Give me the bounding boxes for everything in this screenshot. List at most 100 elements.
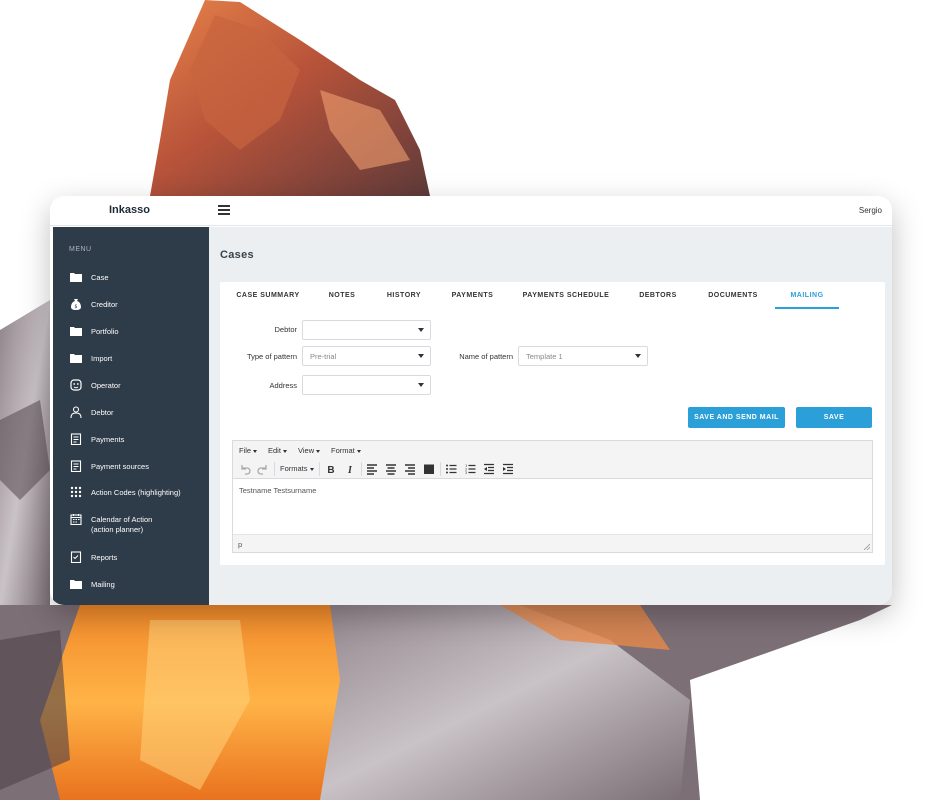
sidebar-item-case[interactable]: Case — [53, 267, 209, 289]
sidebar-item-label: Payment sources — [91, 462, 149, 471]
redo-icon[interactable] — [257, 463, 269, 475]
indent-icon[interactable] — [502, 463, 514, 475]
caret-down-icon — [253, 449, 258, 453]
type-of-pattern-value: Pre-trial — [310, 352, 337, 361]
editor-menu-label: Edit — [268, 446, 281, 455]
sidebar-item-debtor[interactable]: Debtor — [53, 402, 209, 424]
rich-text-editor: File Edit View Format Formats B I 1 2 3 … — [232, 440, 873, 553]
name-of-pattern-value: Template 1 — [526, 352, 563, 361]
sidebar-item-label: Portfolio — [91, 327, 119, 336]
type-of-pattern-select[interactable]: Pre-trial — [302, 346, 431, 366]
editor-menubar: File Edit View Format — [233, 441, 872, 459]
user-name[interactable]: Sergio — [859, 206, 882, 215]
case-card: CASE SUMMARY NOTES HISTORY PAYMENTS PAYM… — [220, 282, 885, 565]
sidebar-item-label: Debtor — [91, 408, 114, 417]
folder-icon — [70, 580, 82, 589]
report-icon — [70, 551, 82, 563]
editor-statusbar: p — [233, 534, 872, 552]
chevron-down-icon — [635, 354, 641, 358]
sidebar-item-label: Action Codes (highlighting) — [91, 488, 181, 497]
caret-down-icon — [356, 449, 361, 453]
bold-icon[interactable]: B — [325, 463, 337, 475]
toolbar-separator — [361, 462, 362, 476]
sidebar-item-import[interactable]: Import — [53, 348, 209, 370]
svg-text:$: $ — [74, 304, 77, 310]
type-of-pattern-label: Type of pattern — [246, 352, 297, 361]
align-right-icon[interactable] — [404, 463, 416, 475]
editor-menu-label: View — [298, 446, 315, 455]
bullet-list-icon[interactable] — [445, 463, 457, 475]
folder-icon — [70, 273, 82, 282]
editor-menu-format[interactable]: Format — [331, 446, 361, 455]
resize-handle-icon[interactable] — [864, 544, 870, 550]
editor-menu-edit[interactable]: Edit — [268, 446, 287, 455]
address-label: Address — [269, 381, 297, 390]
toolbar-separator — [319, 462, 320, 476]
person-icon — [70, 406, 82, 418]
sidebar-item-label: Creditor — [91, 300, 118, 309]
sidebar-item-action-codes[interactable]: Action Codes (highlighting) — [53, 482, 209, 504]
debtor-select[interactable] — [302, 320, 431, 340]
top-bar: Inkasso Sergio — [50, 196, 892, 226]
sidebar-item-payments[interactable]: Payments — [53, 429, 209, 451]
sidebar-item-reports[interactable]: Reports — [53, 547, 209, 569]
money-bag-icon: $ — [71, 299, 81, 310]
hamburger-menu-icon[interactable] — [218, 205, 230, 215]
tab-history[interactable]: HISTORY — [386, 292, 422, 308]
editor-menu-file[interactable]: File — [239, 446, 258, 455]
chevron-down-icon — [418, 383, 424, 387]
debtor-label: Debtor — [274, 325, 297, 334]
sidebar-item-payment-sources[interactable]: Payment sources — [53, 456, 209, 478]
sidebar-item-portfolio[interactable]: Portfolio — [53, 321, 209, 343]
editor-toolbar: Formats B I 123 — [233, 459, 872, 479]
align-center-icon[interactable] — [385, 463, 397, 475]
formats-label: Formats — [280, 464, 308, 473]
page-title: Cases — [220, 249, 254, 261]
sidebar-item-label: Payments — [91, 435, 125, 444]
toolbar-separator — [274, 462, 275, 476]
calendar-icon — [70, 514, 82, 525]
editor-element-path[interactable]: p — [238, 540, 242, 549]
tab-payments[interactable]: PAYMENTS — [450, 292, 495, 308]
tab-mailing[interactable]: MAILING — [784, 292, 830, 308]
sidebar-menu-title: MENU — [69, 246, 92, 253]
tab-notes[interactable]: NOTES — [327, 292, 357, 308]
folder-icon — [70, 327, 82, 336]
active-tab-indicator — [775, 307, 839, 309]
undo-icon[interactable] — [239, 463, 251, 475]
italic-icon[interactable]: I — [344, 463, 356, 475]
sidebar-item-calendar-of-action[interactable]: Calendar of Action (action planner) — [53, 509, 209, 539]
name-of-pattern-select[interactable]: Template 1 — [518, 346, 648, 366]
clipboard-icon — [70, 460, 82, 472]
sidebar-item-label: Case — [91, 273, 109, 282]
tab-payments-schedule[interactable]: PAYMENTS SCHEDULE — [521, 292, 611, 308]
editor-content-area[interactable]: Testname Testsurname — [233, 480, 872, 534]
grid-icon — [70, 486, 82, 498]
numbered-list-icon[interactable]: 123 — [464, 463, 476, 475]
formats-dropdown[interactable]: Formats — [280, 464, 314, 473]
editor-menu-label: Format — [331, 446, 355, 455]
sidebar-item-label: Reports — [91, 553, 118, 562]
save-and-send-mail-button[interactable]: SAVE AND SEND MAIL — [688, 407, 785, 428]
editor-menu-view[interactable]: View — [298, 446, 321, 455]
sidebar-item-mailing[interactable]: Mailing — [53, 574, 209, 596]
chevron-down-icon — [418, 354, 424, 358]
sidebar-item-creditor[interactable]: $ Creditor — [53, 294, 209, 316]
outdent-icon[interactable] — [483, 463, 495, 475]
folder-icon — [70, 354, 82, 363]
save-button[interactable]: SAVE — [796, 407, 872, 428]
app-window: Inkasso Sergio MENU Case $ Creditor Port… — [50, 196, 892, 605]
align-justify-icon[interactable] — [423, 463, 435, 475]
tab-debtors[interactable]: DEBTORS — [638, 292, 678, 308]
sidebar-item-label-line1: Calendar of Action — [91, 515, 153, 524]
tab-case-summary[interactable]: CASE SUMMARY — [236, 292, 300, 308]
clipboard-icon — [70, 433, 82, 445]
face-icon — [70, 379, 82, 391]
sidebar-item-operator[interactable]: Operator — [53, 375, 209, 397]
sidebar-item-label: Import — [91, 354, 113, 363]
align-left-icon[interactable] — [366, 463, 378, 475]
sidebar-item-label: Calendar of Action (action planner) — [91, 515, 152, 535]
tab-documents[interactable]: DOCUMENTS — [707, 292, 759, 308]
address-select[interactable] — [302, 375, 431, 395]
main-content: Cases CASE SUMMARY NOTES HISTORY PAYMENT… — [209, 227, 892, 605]
